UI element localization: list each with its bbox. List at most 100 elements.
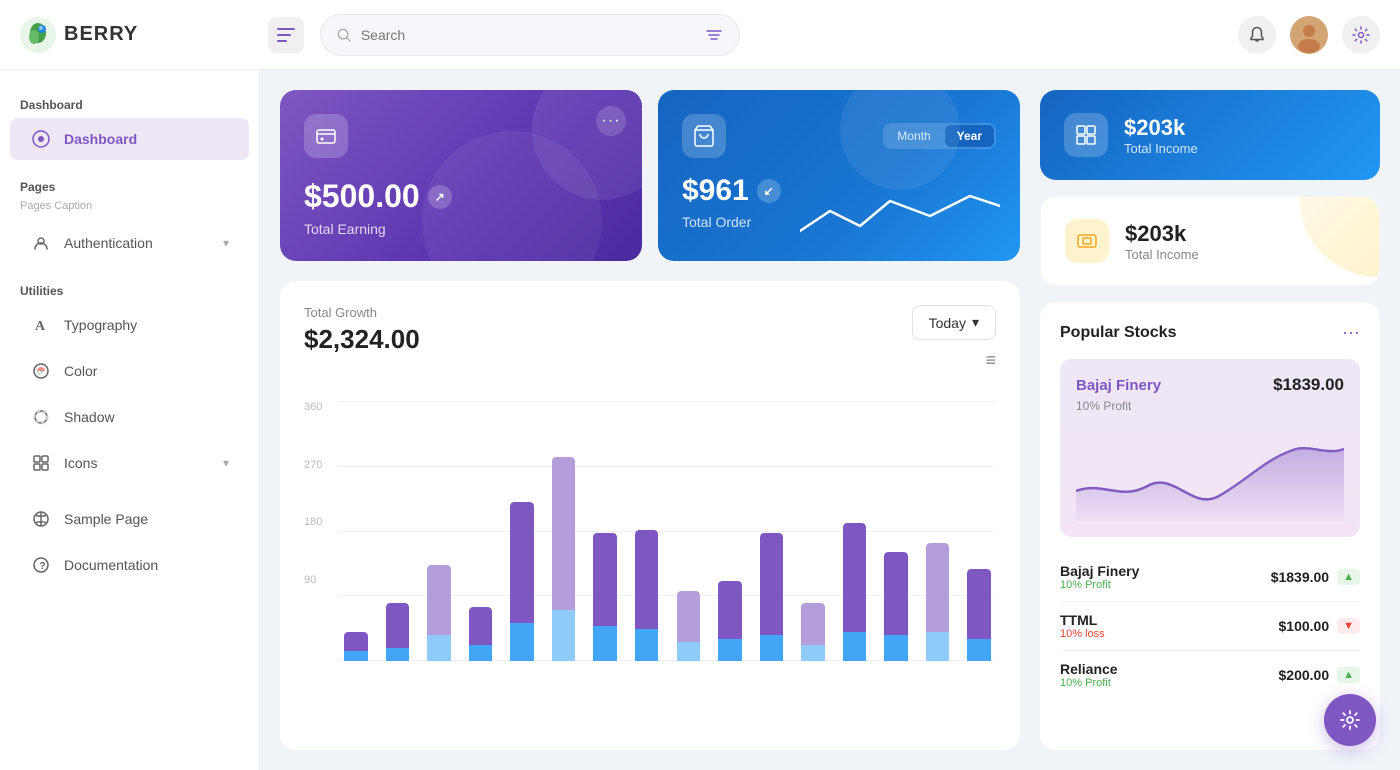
year-toggle-button[interactable]: Year [945,125,994,147]
color-icon [30,360,52,382]
fab-settings-icon [1339,709,1361,731]
income-blue-label: Total Income [1124,141,1198,156]
month-year-toggle[interactable]: Month Year [883,123,996,149]
bar-purple [884,552,907,635]
stock-list-item[interactable]: TTML10% loss$100.00▼ [1060,602,1360,651]
filter-icon[interactable] [705,27,723,43]
stock-name: Reliance [1060,661,1118,677]
sample-page-icon [30,508,52,530]
bar-blue [593,626,616,661]
sidebar-item-documentation-label: Documentation [64,557,158,573]
layout: Dashboard Dashboard Pages Pages Caption … [0,70,1400,770]
bar-group [381,431,415,661]
bar-blue [760,635,783,661]
sidebar-item-typography-label: Typography [64,317,137,333]
bar-blue [967,639,990,661]
chart-menu-icon[interactable]: ≡ [985,350,996,371]
settings-icon [1352,26,1370,44]
bar-blue [801,645,824,661]
card-total-order: Month Year $961 ↙ Total Order [658,90,1020,261]
bar-purple [593,533,616,626]
settings-button[interactable] [1342,16,1380,54]
shadow-icon [30,406,52,428]
chevron-down-icon-chart: ▾ [972,314,979,331]
chart-header: Total Growth $2,324.00 Today ▾ ≡ [304,305,996,381]
chart-section: Total Growth $2,324.00 Today ▾ ≡ 360 [280,281,1020,750]
avatar[interactable] [1290,16,1328,54]
bar-group [838,431,872,661]
income-yellow-amount: $203k [1125,221,1199,247]
sidebar-item-typography[interactable]: A Typography [10,304,249,346]
bar-purple [427,565,450,635]
bar-purple [677,591,700,642]
stock-price: $200.00 [1279,667,1330,683]
sidebar-item-sample-page-label: Sample Page [64,511,148,527]
stock-list-item[interactable]: Bajaj Finery10% Profit$1839.00▲ [1060,553,1360,602]
today-button[interactable]: Today ▾ [912,305,996,340]
sidebar-item-icons[interactable]: Icons ▾ [10,442,249,484]
sidebar-item-documentation[interactable]: ? Documentation [10,544,249,586]
sidebar-item-sample-page[interactable]: Sample Page [10,498,249,540]
bar-group [796,431,830,661]
sidebar-section-dashboard: Dashboard [0,90,259,116]
stock-list-item[interactable]: Reliance10% Profit$200.00▲ [1060,651,1360,699]
month-toggle-button[interactable]: Month [885,125,942,147]
icons-icon [30,452,52,474]
documentation-icon: ? [30,554,52,576]
logo-text: BERRY [64,23,138,46]
stocks-title: Popular Stocks [1060,324,1176,342]
sidebar-item-dashboard-label: Dashboard [64,131,137,147]
pages-caption: Pages Caption [0,198,259,220]
sidebar-item-dashboard[interactable]: Dashboard [10,118,249,160]
bar-group [921,431,955,661]
sidebar-item-shadow-label: Shadow [64,409,115,425]
logo-icon [20,17,56,53]
bar-group [962,431,996,661]
income-yellow-label: Total Income [1125,247,1199,262]
income-blue-icon [1064,113,1108,157]
featured-stock-area: Bajaj Finery $1839.00 10% Profit [1060,359,1360,537]
featured-stock-name: Bajaj Finery [1076,377,1161,394]
earning-more-button[interactable]: ··· [596,106,626,136]
sidebar-item-shadow[interactable]: Shadow [10,396,249,438]
stocks-more-button[interactable]: ··· [1342,322,1360,343]
earning-card-icon [304,114,348,158]
main-content: ··· $500.00 ↗ Total Earning [260,70,1400,770]
trend-down-badge: ▼ [1337,618,1360,634]
card-total-earning: ··· $500.00 ↗ Total Earning [280,90,642,261]
order-trend-icon: ↙ [757,179,781,203]
notifications-button[interactable] [1238,16,1276,54]
bar-blue [635,629,658,661]
stock-price: $1839.00 [1271,569,1329,585]
stock-profit: 10% loss [1060,628,1105,640]
search-bar[interactable] [320,14,740,56]
stock-profit: 10% Profit [1060,579,1139,591]
stock-profit: 10% Profit [1060,677,1118,689]
authentication-icon [30,232,52,254]
bar-group [505,431,539,661]
popular-stocks-section: Popular Stocks ··· Bajaj Finery $1839.00… [1040,302,1380,750]
search-input[interactable] [361,27,695,43]
bar-purple [552,457,575,610]
bar-group [672,431,706,661]
chart-title-label: Total Growth [304,305,420,320]
bar-group [713,431,747,661]
chart-amount: $2,324.00 [304,324,420,355]
cards-row: ··· $500.00 ↗ Total Earning [280,90,1020,261]
bar-blue [677,642,700,661]
bar-purple [635,530,658,629]
menu-button[interactable] [268,17,304,53]
typography-icon: A [30,314,52,336]
bar-purple [469,607,492,645]
bell-icon [1248,26,1266,44]
fab-button[interactable] [1324,694,1376,746]
bar-group [588,431,622,661]
bar-group [630,431,664,661]
income-blue-info: $203k Total Income [1124,115,1198,156]
chart-title-area: Total Growth $2,324.00 [304,305,420,355]
bar-purple [760,533,783,635]
sidebar-item-color[interactable]: Color [10,350,249,392]
sidebar-item-authentication[interactable]: Authentication ▾ [10,222,249,264]
stock-name: TTML [1060,612,1105,628]
wave-chart [800,181,1000,241]
